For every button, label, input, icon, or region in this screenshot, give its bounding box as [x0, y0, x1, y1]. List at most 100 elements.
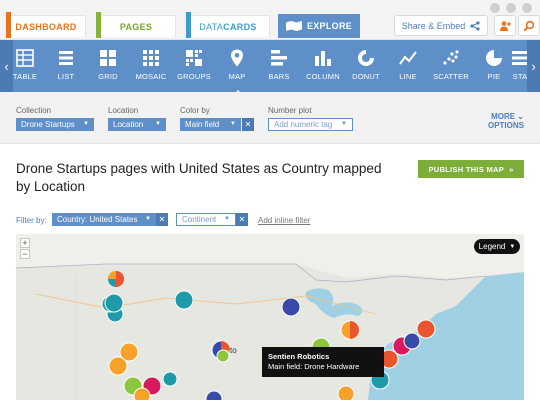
location-value: Location: [113, 120, 144, 129]
close-icon: ✕: [158, 215, 166, 224]
tool-bars[interactable]: BARS: [256, 48, 302, 90]
share-icon: [470, 20, 480, 31]
map-marker-orange: [337, 385, 355, 400]
close-icon: ✕: [244, 120, 252, 129]
scatter-icon: [443, 50, 459, 65]
groups-icon: [186, 50, 202, 66]
number-plot-dropdown[interactable]: Add numeric tag ▼: [268, 118, 353, 131]
window-dot-close[interactable]: [522, 3, 532, 13]
close-icon: ✕: [238, 215, 246, 224]
caret-down-icon: ▼: [341, 121, 347, 127]
column-icon: [315, 51, 331, 66]
map-marker-navy: [403, 332, 421, 350]
caret-down-icon: ▼: [145, 216, 151, 222]
tool-bars-label: BARS: [268, 72, 290, 81]
collection-caption: Collection: [16, 106, 52, 115]
toolbar-scroll-right[interactable]: ›: [527, 40, 540, 92]
chevron-right-icon: ›: [531, 58, 536, 74]
publish-label: PUBLISH THIS MAP: [428, 164, 505, 174]
tab-dashboard-label: DASHBOARD: [15, 21, 77, 32]
zoom-in-button[interactable]: +: [20, 238, 30, 248]
map-marker-teal: [104, 293, 124, 313]
donut-icon: [358, 50, 374, 66]
continent-filter-dropdown[interactable]: Continent ▼: [176, 213, 236, 226]
legend-label: Legend: [478, 242, 506, 251]
tool-mosaic-label: MOSAIC: [135, 72, 167, 81]
tool-column[interactable]: COLUMN: [300, 48, 346, 90]
window-dot-minimize[interactable]: [490, 3, 500, 13]
map-icon: [285, 21, 302, 31]
more-options-button[interactable]: MORE ⌄ OPTIONS: [488, 112, 524, 130]
tab-dashboard[interactable]: DASHBOARD: [6, 12, 86, 38]
legend-button[interactable]: Legend ▼: [474, 239, 520, 254]
color-by-dropdown[interactable]: Main field ▼: [180, 118, 241, 131]
visualization-toolbar: ‹ TABLE LIST GRID MOSAIC GROUPS MAP BARS…: [0, 40, 540, 95]
tool-grid[interactable]: GRID: [85, 48, 131, 90]
tool-mosaic[interactable]: MOSAIC: [128, 48, 174, 90]
tool-map[interactable]: MAP: [214, 48, 260, 95]
tool-line[interactable]: LINE: [385, 48, 431, 90]
line-icon: [399, 51, 417, 65]
pie-icon: [486, 50, 502, 66]
map-marker-navy: [281, 297, 301, 317]
clear-color-button[interactable]: ✕: [242, 118, 254, 131]
caret-down-icon: ▼: [224, 216, 230, 222]
tab-stripe: [96, 12, 101, 38]
search-button[interactable]: [518, 15, 540, 36]
caret-down-icon: ▼: [509, 243, 516, 250]
remove-country-filter-button[interactable]: ✕: [156, 213, 168, 226]
caret-down-icon: ▼: [230, 121, 236, 127]
add-inline-filter-link[interactable]: Add inline filter: [258, 216, 310, 225]
controls-bar: Collection Drone Startups ▼ Location Loc…: [0, 92, 540, 144]
color-by-value: Main field: [185, 120, 220, 129]
tab-stripe: [186, 12, 191, 38]
tab-datacards[interactable]: DATA CARDS: [186, 12, 270, 38]
more-options-line-2: OPTIONS: [487, 121, 524, 130]
tool-grid-label: GRID: [98, 72, 118, 81]
window-controls: [490, 3, 532, 13]
tool-scatter[interactable]: SCATTER: [428, 48, 474, 90]
tool-donut[interactable]: DONUT: [343, 48, 389, 90]
tool-list[interactable]: LIST: [43, 48, 89, 90]
tool-groups[interactable]: GROUPS: [171, 48, 217, 90]
filter-by-label: Filter by:: [16, 216, 47, 225]
tab-pages[interactable]: PAGES: [96, 12, 176, 38]
tab-stripe: [6, 12, 11, 38]
tool-list-label: LIST: [57, 72, 75, 81]
map-marker-red: [416, 319, 436, 339]
map-view[interactable]: + − to Legend ▼ Sentien Robotics Main fi…: [16, 234, 524, 400]
window-dot-maximize[interactable]: [506, 3, 516, 13]
more-options-line-1: MORE: [491, 112, 516, 121]
tooltip-detail: Main field: Drone Hardware: [268, 362, 360, 371]
page-title: Drone Startups pages with United States …: [16, 161, 382, 194]
city-label: to: [230, 346, 237, 355]
publish-map-button[interactable]: PUBLISH THIS MAP »: [418, 160, 524, 178]
zoom-out-button[interactable]: −: [20, 249, 30, 259]
share-embed-button[interactable]: Share & Embed: [394, 15, 488, 36]
tool-donut-label: DONUT: [352, 72, 380, 81]
tool-column-label: COLUMN: [306, 72, 340, 81]
location-dropdown[interactable]: Location ▼: [108, 118, 166, 131]
tab-datacards-label-b: CARDS: [223, 21, 257, 32]
remove-continent-filter-button[interactable]: ✕: [236, 213, 248, 226]
country-filter-dropdown[interactable]: Country: United States ▼: [52, 213, 156, 226]
number-plot-control: Number plot Add numeric tag ▼: [268, 106, 353, 131]
map-pin-icon: [231, 49, 243, 67]
number-plot-placeholder: Add numeric tag: [274, 120, 333, 129]
location-control: Location Location ▼: [108, 106, 166, 131]
location-caption: Location: [108, 106, 139, 115]
tool-table[interactable]: TABLE: [2, 48, 48, 90]
country-filter-value: Country: United States: [57, 215, 138, 224]
caret-down-icon: ▼: [83, 121, 89, 127]
color-by-caption: Color by: [180, 106, 210, 115]
color-by-control: Color by Main field ▼ ✕: [180, 106, 254, 131]
collection-dropdown[interactable]: Drone Startups ▼: [16, 118, 94, 131]
color-by-group: Main field ▼ ✕: [180, 118, 254, 131]
bars-icon: [271, 50, 287, 66]
chevron-down-icon: ⌄: [517, 112, 524, 121]
double-chevron-right-icon: »: [509, 164, 514, 174]
caret-down-icon: ▼: [155, 121, 161, 127]
add-user-button[interactable]: [494, 15, 516, 36]
top-navigation-bar: DASHBOARD PAGES DATA CARDS EXPLORE Share …: [0, 0, 540, 40]
tab-explore[interactable]: EXPLORE: [278, 14, 360, 38]
